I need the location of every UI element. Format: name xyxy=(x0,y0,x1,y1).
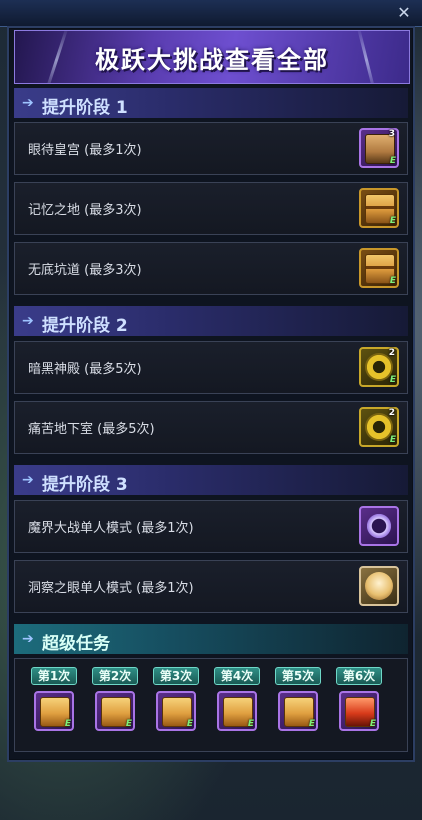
badge-e: E xyxy=(389,156,396,166)
gold-box-icon[interactable]: E xyxy=(278,691,318,731)
page-title: 极跃大挑战查看全部 xyxy=(95,46,329,74)
list-item[interactable]: 无底坑道 (最多3次) E xyxy=(14,242,408,295)
list-item[interactable]: 魔界大战单人模式 (最多1次) xyxy=(14,500,408,553)
red-box-icon[interactable]: E xyxy=(339,691,379,731)
arrow-right-icon: ➔ xyxy=(22,472,34,488)
gold-box-icon[interactable]: E xyxy=(156,691,196,731)
badge-e: E xyxy=(125,719,132,729)
attempt-tag: 第6次 xyxy=(336,667,382,685)
list-item[interactable]: 暗黑神殿 (最多5次) 2 E xyxy=(14,341,408,394)
super-task-rewards: 第1次 E 第2次 E 第3次 E 第4次 E 第5次 E 第6次 E xyxy=(14,658,408,752)
item-name: 无底坑道 (最多3次) xyxy=(28,263,142,278)
list-item[interactable]: 痛苦地下室 (最多5次) 2 E xyxy=(14,401,408,454)
section-label: 超级任务 xyxy=(42,634,110,654)
golden-gear-icon[interactable]: 2 E xyxy=(359,407,399,447)
gold-treasure-chest-icon[interactable]: E xyxy=(359,248,399,288)
gold-box-icon[interactable]: E xyxy=(95,691,135,731)
reward-slot[interactable]: 第5次 E xyxy=(275,667,321,731)
section-header-stage-2: ➔ 提升阶段 2 xyxy=(14,306,408,336)
arrow-right-icon: ➔ xyxy=(22,95,34,111)
badge-e: E xyxy=(389,375,396,385)
attempt-tag: 第2次 xyxy=(92,667,138,685)
section-header-stage-1: ➔ 提升阶段 1 xyxy=(14,88,408,118)
gold-box-icon[interactable]: E xyxy=(217,691,257,731)
reward-slot[interactable]: 第6次 E xyxy=(336,667,382,731)
white-mask-icon[interactable] xyxy=(359,566,399,606)
list-item[interactable]: 记忆之地 (最多3次) E xyxy=(14,182,408,235)
badge-e: E xyxy=(247,719,254,729)
section-header-stage-3: ➔ 提升阶段 3 xyxy=(14,465,408,495)
section-label: 提升阶段 3 xyxy=(42,475,128,495)
attempt-tag: 第3次 xyxy=(153,667,199,685)
title-banner: 极跃大挑战查看全部 xyxy=(14,30,410,84)
challenge-panel: 极跃大挑战查看全部 ➔ 提升阶段 1 眼待皇宫 (最多1次) 3 E 记忆之地 … xyxy=(7,26,415,762)
purple-treasure-chest-icon[interactable]: 3 E xyxy=(359,128,399,168)
reward-slot[interactable]: 第3次 E xyxy=(153,667,199,731)
section-header-super-task: ➔ 超级任务 xyxy=(14,624,408,654)
item-name: 洞察之眼单人模式 (最多1次) xyxy=(28,581,194,596)
window-top-bar: ✕ xyxy=(0,0,422,27)
list-item[interactable]: 洞察之眼单人模式 (最多1次) xyxy=(14,560,408,613)
badge-e: E xyxy=(369,719,376,729)
badge-e: E xyxy=(308,719,315,729)
reward-slot[interactable]: 第1次 E xyxy=(31,667,77,731)
attempt-tag: 第4次 xyxy=(214,667,260,685)
section-label: 提升阶段 2 xyxy=(42,316,128,336)
item-name: 痛苦地下室 (最多5次) xyxy=(28,422,155,437)
arrow-right-icon: ➔ xyxy=(22,313,34,329)
attempt-tag: 第1次 xyxy=(31,667,77,685)
item-name: 暗黑神殿 (最多5次) xyxy=(28,362,142,377)
badge-e: E xyxy=(389,435,396,445)
mask-glyph xyxy=(365,572,393,600)
close-icon[interactable]: ✕ xyxy=(394,3,414,23)
gold-box-icon[interactable]: E xyxy=(34,691,74,731)
item-name: 记忆之地 (最多3次) xyxy=(28,203,142,218)
item-count: 2 xyxy=(388,408,395,418)
golden-gear-icon[interactable]: 2 E xyxy=(359,347,399,387)
badge-e: E xyxy=(389,216,396,226)
ring-glyph xyxy=(365,512,393,540)
badge-e: E xyxy=(64,719,71,729)
arrow-right-icon: ➔ xyxy=(22,631,34,647)
item-name: 魔界大战单人模式 (最多1次) xyxy=(28,521,194,536)
badge-e: E xyxy=(389,276,396,286)
gold-treasure-chest-icon[interactable]: E xyxy=(359,188,399,228)
item-count: 3 xyxy=(388,129,395,139)
section-label: 提升阶段 1 xyxy=(42,98,128,118)
item-name: 眼待皇宫 (最多1次) xyxy=(28,143,142,158)
attempt-tag: 第5次 xyxy=(275,667,321,685)
item-count: 2 xyxy=(388,348,395,358)
purple-ring-icon[interactable] xyxy=(359,506,399,546)
list-item[interactable]: 眼待皇宫 (最多1次) 3 E xyxy=(14,122,408,175)
badge-e: E xyxy=(186,719,193,729)
reward-slot[interactable]: 第2次 E xyxy=(92,667,138,731)
reward-slot[interactable]: 第4次 E xyxy=(214,667,260,731)
